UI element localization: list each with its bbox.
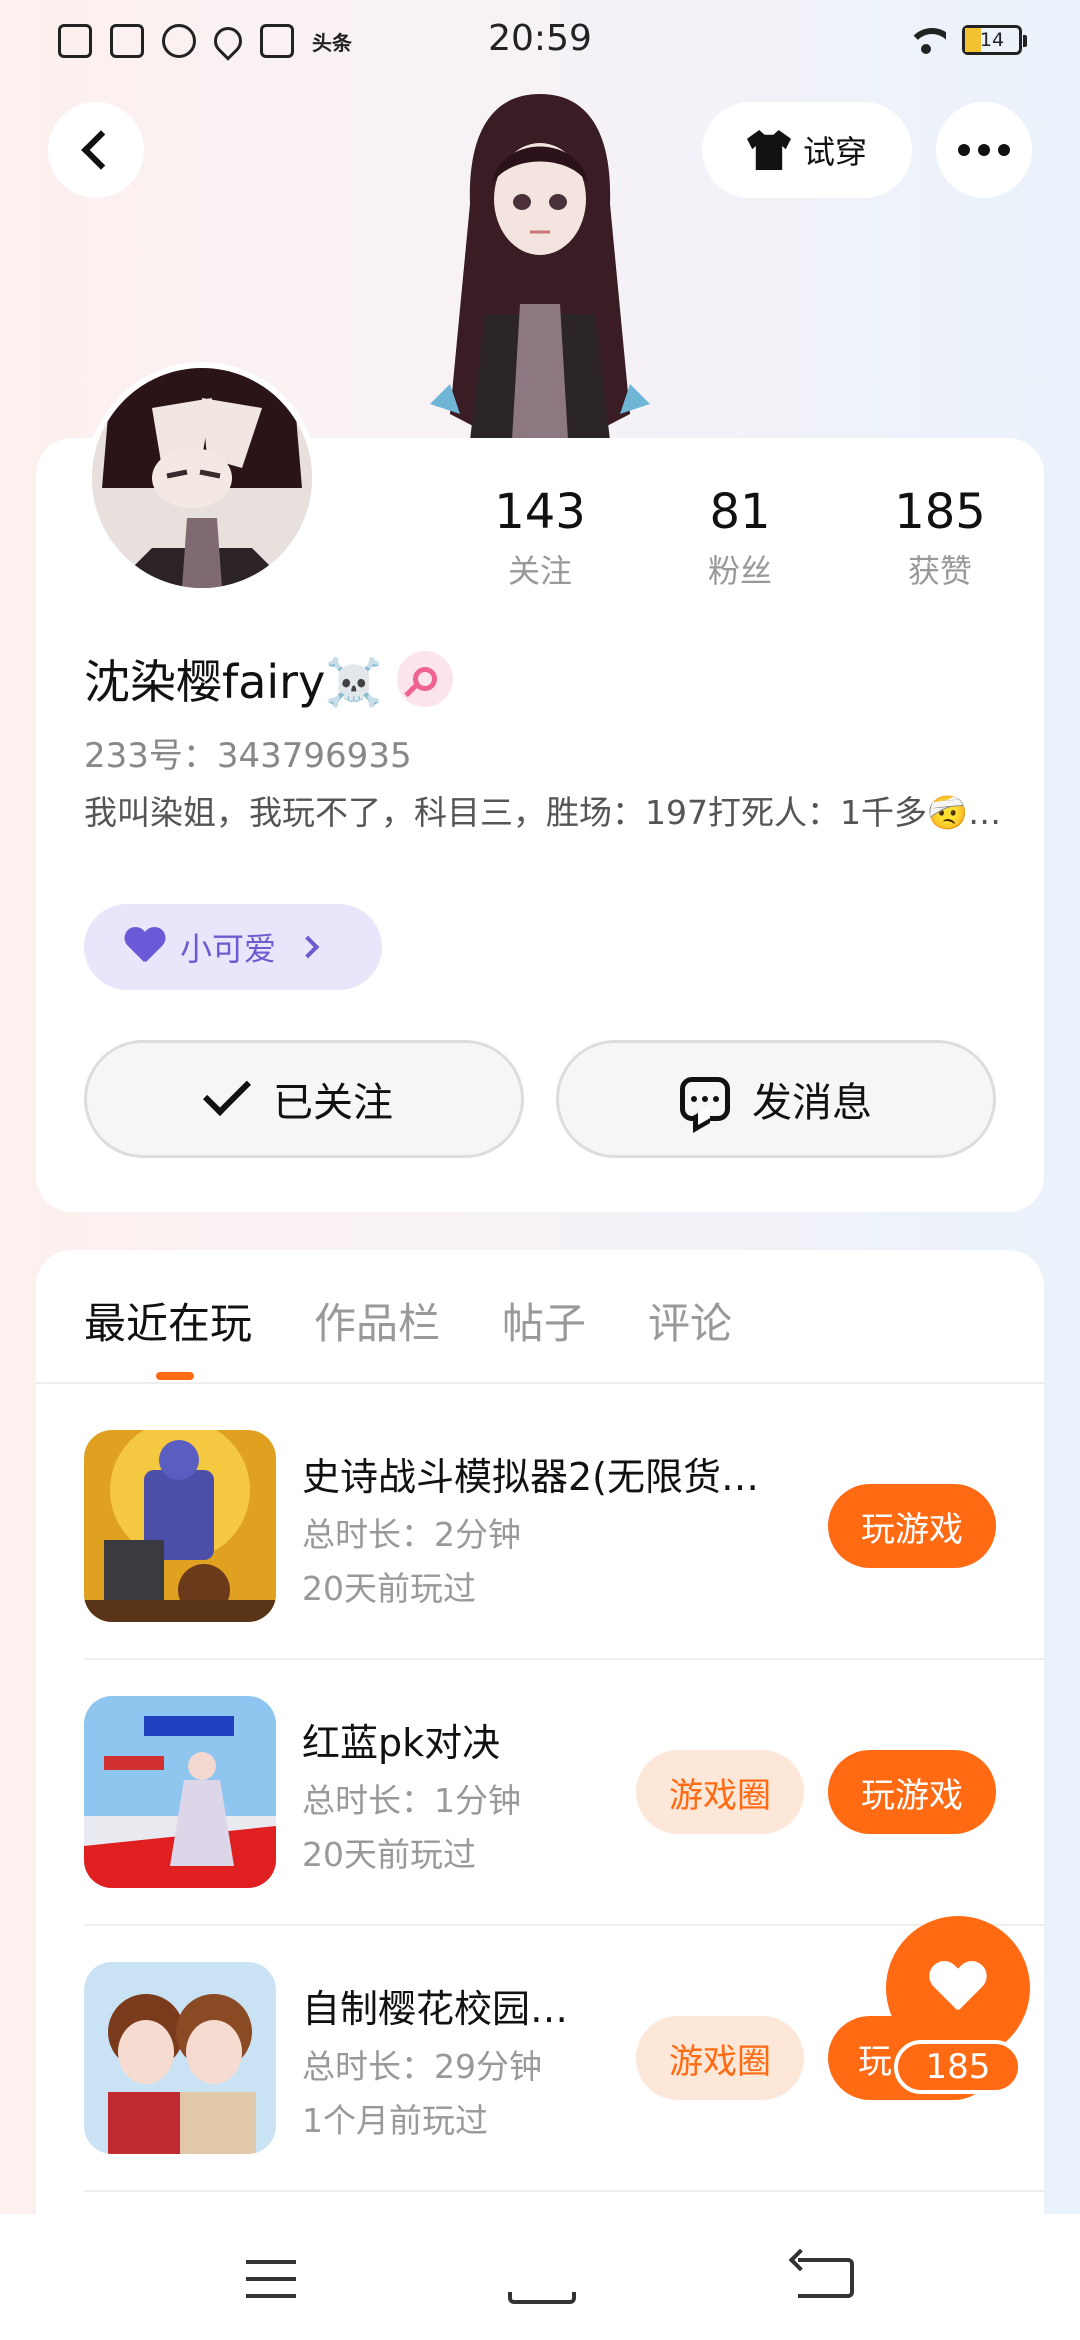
row-divider	[84, 1924, 1044, 1926]
back-nav-icon[interactable]	[798, 2258, 854, 2298]
back-button[interactable]	[48, 102, 144, 198]
bio-text[interactable]: 我叫染姐，我玩不了，科目三，胜场：197打死人：1千多🤕…	[84, 792, 1004, 834]
profile-stats: 143 关注 81 粉丝 185 获赞	[440, 484, 1040, 592]
game-duration: 总时长：2分钟	[302, 1515, 521, 1554]
battery-icon: 14	[962, 25, 1027, 55]
active-tab-indicator	[156, 1372, 194, 1380]
send-message-button[interactable]: 发消息	[556, 1040, 996, 1158]
stat-number: 185	[894, 484, 986, 540]
tab-posts[interactable]: 帖子	[502, 1290, 586, 1351]
status-icons-right: 14	[906, 24, 1027, 56]
stat-label: 获赞	[907, 552, 972, 590]
game-title: 史诗战斗模拟器2(无限货…	[302, 1455, 760, 1499]
stat-label: 关注	[507, 552, 572, 590]
game-icon-red-blue-pk	[84, 1696, 276, 1888]
female-gender-icon	[396, 651, 453, 707]
game-title: 自制樱花校园…	[302, 1987, 569, 2031]
home-icon[interactable]	[508, 2254, 576, 2304]
username: 沈染樱fairy☠️	[84, 646, 453, 712]
tab-works[interactable]: 作品栏	[314, 1290, 440, 1351]
username-text: 沈染樱fairy☠️	[84, 655, 383, 709]
user-id[interactable]: 233号：343796935	[84, 728, 412, 777]
stat-number: 143	[494, 484, 586, 540]
try-on-button[interactable]: 试穿	[702, 102, 912, 198]
play-game-button[interactable]: 玩游戏	[828, 1750, 996, 1834]
play-game-button[interactable]: 玩游戏	[828, 1484, 996, 1568]
chevron-left-icon	[81, 130, 121, 170]
stat-following[interactable]: 143 关注	[440, 484, 640, 592]
followed-label: 已关注	[273, 1080, 393, 1126]
stat-fans[interactable]: 81 粉丝	[640, 484, 840, 592]
row-divider	[84, 1658, 1044, 1660]
tab-recently-played[interactable]: 最近在玩	[84, 1290, 252, 1351]
avatar[interactable]	[86, 362, 318, 594]
like-count: 185	[894, 2040, 1022, 2094]
message-icon	[680, 1077, 730, 1121]
row-divider	[84, 2190, 1044, 2192]
try-on-label: 试穿	[802, 133, 867, 171]
game-list-item[interactable]: 史诗战斗模拟器2(无限货… 总时长：2分钟 20天前玩过 玩游戏	[84, 1430, 1044, 1696]
check-icon	[202, 1067, 252, 1117]
stat-number: 81	[709, 484, 771, 540]
send-message-label: 发消息	[752, 1080, 872, 1126]
avatar-image	[92, 368, 312, 588]
more-button[interactable]	[936, 102, 1032, 198]
battery-level: 14	[979, 29, 1005, 51]
game-list-item[interactable]: 红蓝pk对决 总时长：1分钟 20天前玩过 游戏圈 玩游戏	[84, 1696, 1044, 1962]
purple-heart-icon	[124, 928, 166, 966]
tab-divider	[36, 1382, 1044, 1384]
menu-icon[interactable]	[246, 2260, 296, 2298]
title-tag[interactable]: 小可爱	[84, 904, 382, 990]
wifi-icon	[906, 24, 946, 56]
game-circle-button[interactable]: 游戏圈	[636, 2016, 804, 2100]
status-bar: 头条 20:59 14	[0, 0, 1080, 84]
tab-comments[interactable]: 评论	[648, 1290, 732, 1351]
game-last-played: 20天前玩过	[302, 1569, 476, 1608]
game-icon-sakura-school	[84, 1962, 276, 2154]
game-circle-button[interactable]: 游戏圈	[636, 1750, 804, 1834]
game-icon-epic-battle	[84, 1430, 276, 1622]
stat-likes[interactable]: 185 获赞	[840, 484, 1040, 592]
system-nav-bar	[0, 2214, 1080, 2340]
character-avatar-image[interactable]	[390, 84, 690, 440]
game-last-played: 20天前玩过	[302, 1835, 476, 1874]
shirt-icon	[746, 130, 791, 170]
game-duration: 总时长：1分钟	[302, 1781, 521, 1820]
stat-label: 粉丝	[707, 552, 772, 590]
profile-tabs: 最近在玩 作品栏 帖子 评论	[84, 1290, 732, 1351]
title-tag-label: 小可爱	[180, 930, 277, 968]
game-duration: 总时长：29分钟	[302, 2047, 542, 2086]
like-fab-button[interactable]	[886, 1916, 1030, 2060]
game-title: 红蓝pk对决	[302, 1721, 501, 1765]
chevron-right-icon	[296, 935, 320, 959]
heart-icon	[929, 1962, 987, 2014]
followed-button[interactable]: 已关注	[84, 1040, 524, 1158]
more-dots-icon	[958, 144, 970, 156]
game-last-played: 1个月前玩过	[302, 2101, 488, 2140]
